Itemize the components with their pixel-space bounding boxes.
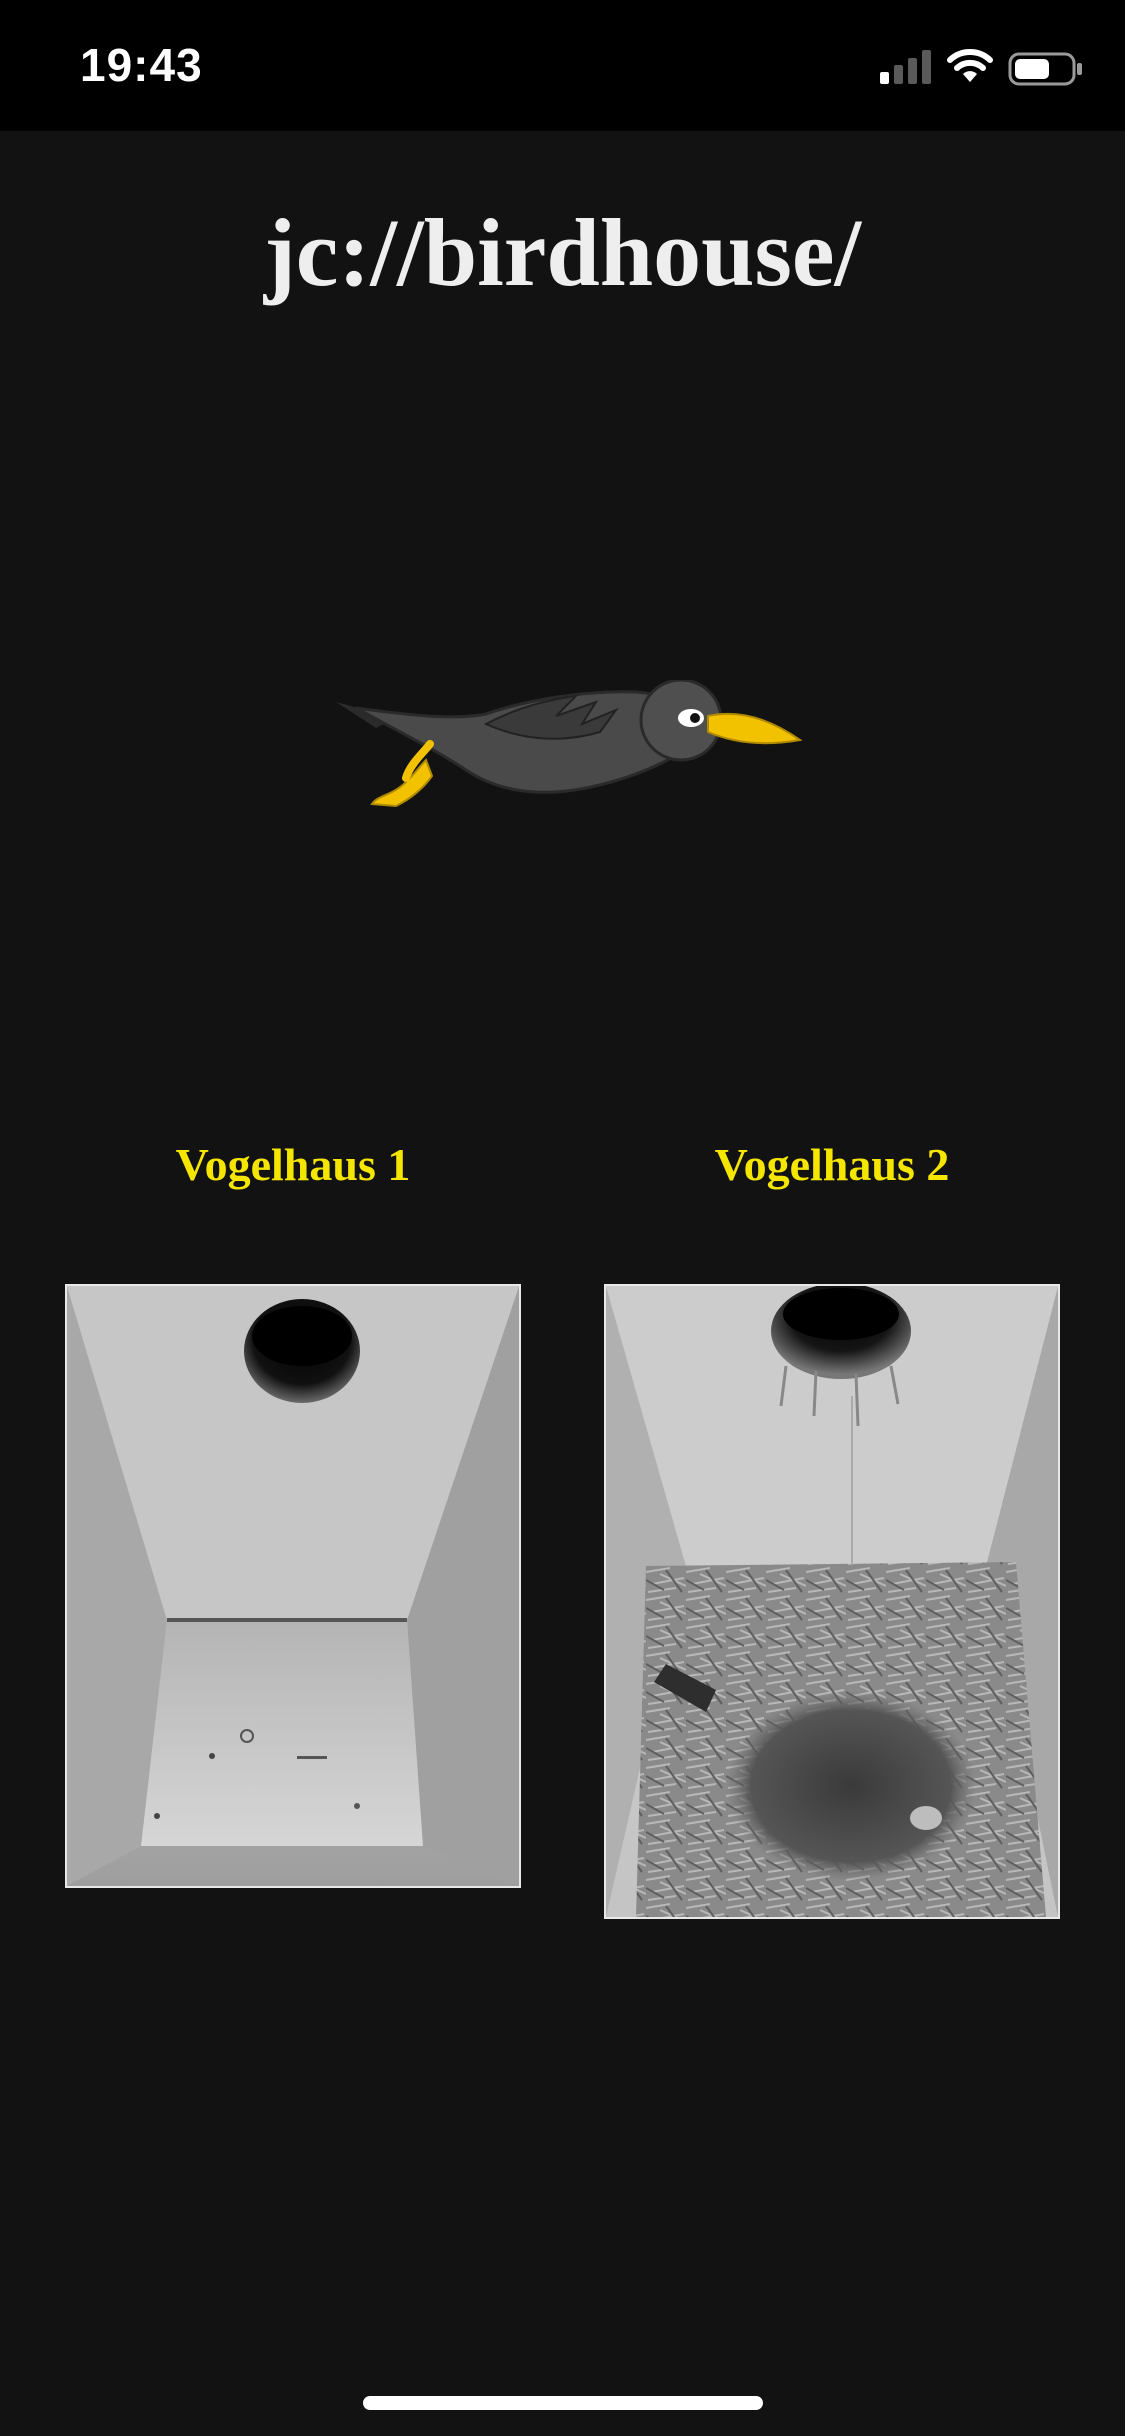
birdhouse-1-label[interactable]: Vogelhaus 1 (65, 1138, 521, 1191)
status-bar: 19:43 (0, 0, 1125, 131)
birdhouse-2-camera-image[interactable] (604, 1284, 1060, 1919)
home-indicator[interactable] (363, 2396, 763, 2410)
battery-icon (1008, 52, 1082, 86)
page-title: jc://birdhouse/ (263, 199, 862, 306)
birdhouse-2-label[interactable]: Vogelhaus 2 (604, 1138, 1060, 1191)
wifi-icon (947, 49, 993, 82)
birdhouse-1-camera-image[interactable] (65, 1284, 521, 1888)
status-time: 19:43 (80, 39, 203, 91)
cellular-signal-icon (880, 50, 931, 84)
flying-bird-logo (336, 680, 803, 808)
